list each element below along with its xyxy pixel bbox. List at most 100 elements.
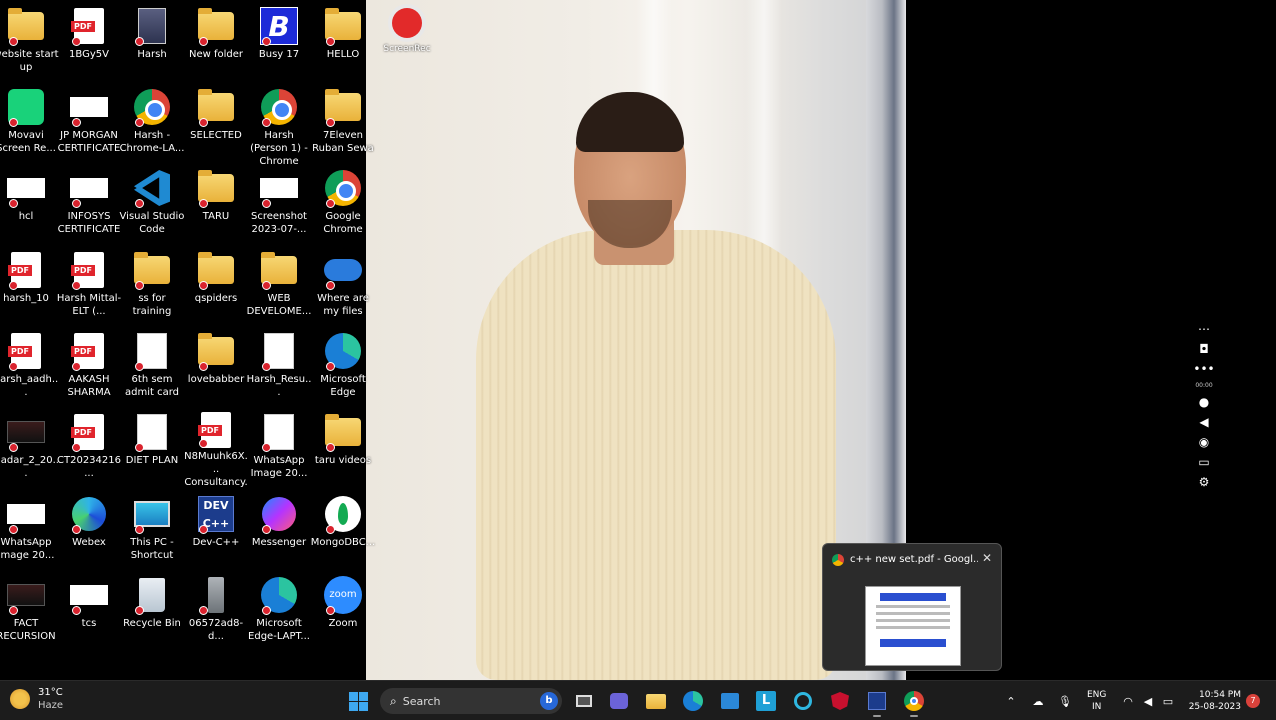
store-icon[interactable] — [719, 690, 741, 712]
desktop-icon[interactable]: JP MORGAN CERTIFICATE — [57, 87, 121, 169]
desktop-icon[interactable]: WEB DEVELOME... — [247, 250, 311, 332]
more-icon[interactable]: ••• — [1193, 362, 1214, 376]
microphone-tray-icon[interactable]: 🎙 — [1054, 690, 1076, 712]
folder-icon — [261, 252, 297, 284]
cortana-icon[interactable] — [792, 690, 814, 712]
desktop-icon[interactable]: Screenshot 2023-07-... — [247, 168, 311, 250]
sync-error-icon — [199, 439, 208, 448]
language-indicator[interactable]: ENG IN — [1087, 689, 1106, 713]
usb-drive-icon — [208, 577, 224, 613]
file-explorer-icon[interactable] — [645, 690, 667, 712]
battery-icon[interactable]: ▭ — [1157, 690, 1179, 712]
devcpp-taskbar-icon[interactable] — [866, 690, 888, 717]
webcam-icon[interactable]: ◉ — [1199, 435, 1209, 449]
desktop-icon[interactable]: Gadar_2_20... — [0, 412, 59, 494]
desktop-icon[interactable]: 06572ad8-d... — [184, 575, 248, 657]
taskbar-thumbnail-preview[interactable]: c++ new set.pdf - Googl... ✕ — [822, 543, 1002, 671]
close-icon[interactable]: ✕ — [982, 551, 992, 565]
volume-icon[interactable]: ◀ — [1137, 690, 1159, 712]
desktop-icon-label: Harsh (Person 1) - Chrome — [250, 130, 308, 167]
lightshot-icon[interactable]: L — [755, 690, 777, 712]
desktop-icon[interactable]: WhatsApp Image 20... — [0, 494, 58, 576]
desktop-icon[interactable]: TARU — [184, 168, 248, 250]
chrome-taskbar-icon[interactable] — [903, 690, 925, 717]
desktop-icon[interactable]: HELLO — [311, 6, 375, 88]
recorder-toolbar: ⋯ ◘ ••• 00:00 ● ◀ ◉ ▭ ⚙ — [1193, 322, 1215, 508]
desktop-icon[interactable]: website start up — [0, 6, 59, 88]
desktop-icon-label: DIET PLAN — [125, 455, 179, 466]
desktop-icon[interactable]: Webex — [57, 494, 121, 576]
sync-error-icon — [326, 362, 335, 371]
desktop-icon[interactable]: taru videos — [311, 412, 375, 494]
desktop-icon[interactable]: Where are my files — [311, 250, 375, 332]
preview-thumbnail[interactable] — [865, 586, 961, 666]
desktop-icon[interactable]: WhatsApp Image 20... — [247, 412, 311, 494]
desktop-icon[interactable]: Harsh — [120, 6, 184, 88]
bing-icon[interactable]: b — [540, 692, 558, 710]
desktop-icon[interactable]: Microsoft Edge — [311, 331, 375, 413]
window-icon[interactable]: ▭ — [1198, 455, 1209, 469]
notification-badge[interactable]: 7 — [1246, 694, 1260, 708]
desktop-icon[interactable]: DEV C++ Dev-C++ — [184, 494, 248, 576]
desktop-icon[interactable]: DIET PLAN — [120, 412, 184, 494]
start-button[interactable] — [347, 690, 369, 712]
desktop-icon[interactable]: Microsoft Edge-LAPT... — [247, 575, 311, 657]
desktop-icon[interactable]: Harsh_Resu... — [247, 331, 311, 413]
desktop-icon[interactable]: Messenger — [247, 494, 311, 576]
desktop-icon[interactable]: lovebabber — [184, 331, 248, 413]
desktop-icon[interactable]: Movavi Screen Re... — [0, 87, 58, 169]
drag-handle-icon[interactable]: ⋯ — [1198, 322, 1210, 336]
desktop-icon[interactable]: New folder — [184, 6, 248, 88]
microphone-icon[interactable]: ● — [1199, 395, 1209, 409]
desktop-icon[interactable]: Visual Studio Code — [120, 168, 184, 250]
desktop-icon[interactable]: 6th sem admit card — [120, 331, 184, 413]
desktop-icon[interactable]: tcs — [57, 575, 121, 657]
desktop-icon[interactable]: MongoDBC... — [311, 494, 375, 576]
desktop-icon[interactable]: INFOSYS CERTIFICATE — [57, 168, 121, 250]
desktop-icon[interactable]: Google Chrome — [311, 168, 375, 250]
teams-chat-icon[interactable] — [608, 690, 630, 712]
desktop-icon-label: JP MORGAN CERTIFICATE — [57, 130, 121, 154]
preview-title: c++ new set.pdf - Googl... — [850, 554, 978, 565]
desktop-icon[interactable]: PDFN8Muuhk6X... Consultancy... — [184, 412, 248, 494]
chevron-up-icon[interactable]: ⌃ — [1000, 690, 1022, 712]
desktop-icon[interactable]: PDF 1BGy5V — [57, 6, 121, 88]
desktop-icon-label: Microsoft Edge-LAPT... — [248, 618, 310, 642]
onedrive-tray-icon[interactable]: ☁ — [1027, 690, 1049, 712]
gear-icon[interactable]: ⚙ — [1199, 475, 1210, 489]
desktop-icon[interactable]: SELECTED — [184, 87, 248, 169]
speaker-icon[interactable]: ◀ — [1199, 415, 1208, 429]
desktop-icon[interactable]: PDF harsh_aadh... — [0, 331, 58, 413]
wifi-icon[interactable]: ◠ — [1117, 690, 1139, 712]
weather-widget[interactable]: 31°C Haze — [10, 686, 63, 712]
desktop-icon[interactable]: Harsh - Chrome-LA... — [120, 87, 184, 169]
desktop-icon[interactable]: PDF harsh_10 — [0, 250, 58, 332]
screenrec-desktop-icon[interactable]: ScreenRec — [383, 4, 431, 64]
desktop-icon-label: WhatsApp Image 20... — [0, 537, 55, 561]
desktop-icon[interactable]: PDF CT20234216... — [57, 412, 121, 494]
camera-icon[interactable]: ◘ — [1199, 342, 1209, 356]
desktop-icon[interactable]: PDF AAKASH SHARMA — [57, 331, 121, 413]
clock[interactable]: 10:54 PM 25-08-2023 — [1185, 689, 1241, 713]
image-file-icon — [70, 585, 108, 605]
desktop-icon[interactable]: FACT RECURSION — [0, 575, 58, 657]
desktop-icon[interactable]: This PC - Shortcut — [120, 494, 184, 576]
desktop-icon[interactable]: ss for training — [120, 250, 184, 332]
desktop-icon[interactable]: PDF Harsh Mittal-ELT (... — [57, 250, 121, 332]
desktop-icon[interactable]: hcl — [0, 168, 58, 250]
desktop-icon[interactable]: B Busy 17 — [247, 6, 311, 88]
desktop-icon[interactable]: Recycle Bin — [120, 575, 184, 657]
taskbar-search[interactable]: ⌕ Search b — [380, 688, 562, 714]
desktop-icon[interactable]: zoom Zoom — [311, 575, 375, 657]
sync-error-icon — [72, 37, 81, 46]
desktop-icon[interactable]: Harsh (Person 1) - Chrome — [247, 87, 311, 169]
mcafee-icon[interactable] — [829, 690, 851, 712]
this-pc-icon — [134, 501, 170, 527]
desktop-icon[interactable]: qspiders — [184, 250, 248, 332]
desktop-icon[interactable]: 7Eleven Ruban Sewa — [311, 87, 375, 169]
edge-taskbar-icon[interactable] — [682, 690, 704, 712]
desktop-icon-label: taru videos — [314, 455, 372, 466]
task-view-icon[interactable] — [573, 690, 595, 712]
sync-error-icon — [262, 443, 271, 452]
desktop-icon-label: tcs — [81, 618, 97, 629]
